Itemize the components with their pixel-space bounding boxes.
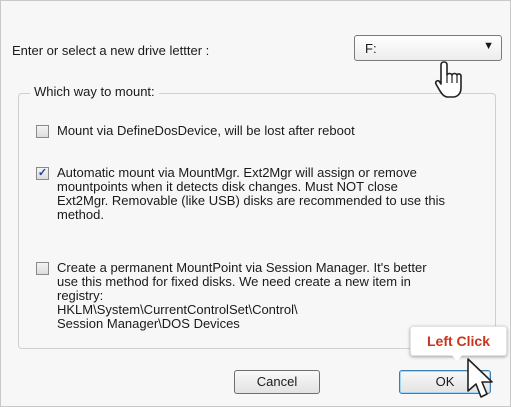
- option-line: method.: [57, 207, 104, 222]
- option-line: Automatic mount via MountMgr. Ext2Mgr wi…: [57, 165, 417, 180]
- drive-letter-select[interactable]: F: ▼: [354, 35, 502, 61]
- checkbox-define-dos-device[interactable]: [36, 125, 49, 138]
- callout-tail: [450, 353, 464, 361]
- option-line: HKLM\System\CurrentControlSet\Control\: [57, 302, 298, 317]
- option-line: registry:: [57, 288, 104, 303]
- drive-letter-label: Enter or select a new drive lettter :: [12, 43, 210, 58]
- option-define-dos-device-label: Mount via DefineDosDevice, will be lost …: [57, 124, 487, 138]
- checkbox-session-manager[interactable]: [36, 262, 49, 275]
- mount-method-title: Which way to mount:: [30, 84, 159, 99]
- drive-letter-value: F:: [365, 41, 377, 56]
- left-click-callout: Left Click: [410, 326, 507, 356]
- option-line: Ext2Mgr. Removable (like USB) disks are …: [57, 193, 445, 208]
- option-session-manager-label: Create a permanent MountPoint via Sessio…: [57, 261, 487, 331]
- option-line: mountpoints when it detects disk changes…: [57, 179, 398, 194]
- arrow-cursor-icon: [467, 358, 493, 398]
- option-mountmgr-label: Automatic mount via MountMgr. Ext2Mgr wi…: [57, 166, 487, 222]
- cancel-button[interactable]: Cancel: [234, 370, 320, 394]
- hand-pointer-icon: [434, 61, 462, 98]
- option-line: Create a permanent MountPoint via Sessio…: [57, 260, 427, 275]
- option-line: Mount via DefineDosDevice, will be lost …: [57, 123, 355, 138]
- checkbox-mountmgr[interactable]: ✓: [36, 167, 49, 180]
- chevron-down-icon[interactable]: ▼: [483, 40, 494, 52]
- option-line: use this method for fixed disks. We need…: [57, 274, 411, 289]
